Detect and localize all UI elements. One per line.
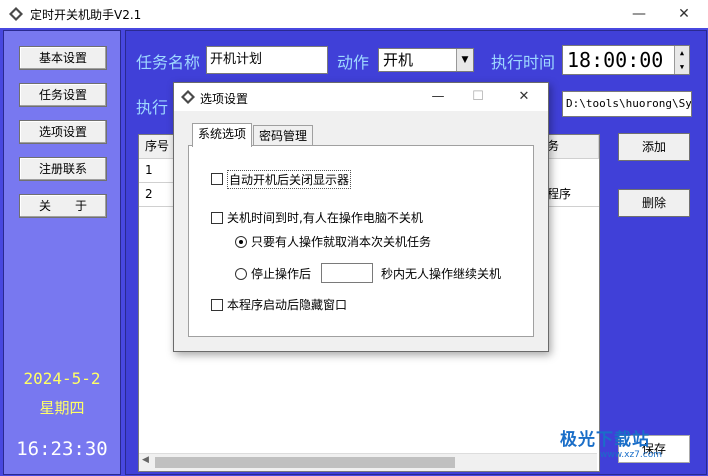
chevron-down-icon[interactable]: ▼: [456, 49, 473, 71]
app-icon: [181, 90, 195, 104]
nav-register-button[interactable]: 注册联系: [19, 157, 107, 181]
dialog-titlebar: 选项设置 — ☐ ✕: [174, 83, 548, 111]
spin-up-icon[interactable]: ▲: [674, 46, 689, 60]
watermark-logo: 极光下载站: [560, 430, 650, 450]
idle-seconds-input[interactable]: [321, 263, 373, 283]
current-date: 2024-5-2: [23, 369, 101, 388]
exec-program-label: 执行: [136, 98, 169, 117]
exec-time-input[interactable]: 18:00:00 ▲ ▼: [562, 45, 690, 75]
horizontal-scrollbar[interactable]: ◀: [139, 453, 597, 471]
dialog-title: 选项设置: [200, 92, 249, 106]
delete-button[interactable]: 删除: [618, 189, 690, 217]
cancel-if-used-radio[interactable]: [235, 236, 247, 248]
hide-on-start-label: 本程序启动后隐藏窗口: [227, 298, 348, 312]
close-button[interactable]: ✕: [662, 0, 706, 28]
window-titlebar: 定时开关机助手V2.1 — ✕: [0, 0, 708, 29]
nav-task-settings-button[interactable]: 任务设置: [19, 83, 107, 107]
current-time: 16:23:30: [16, 438, 108, 460]
nav-basic-settings-button[interactable]: 基本设置: [19, 46, 107, 70]
action-label: 动作: [337, 53, 370, 72]
nav-option-settings-button[interactable]: 选项设置: [19, 120, 107, 144]
dialog-minimize-button[interactable]: —: [418, 83, 458, 111]
dialog-close-button[interactable]: ✕: [504, 83, 544, 111]
resume-label-post: 秒内无人操作继续关机: [381, 267, 502, 281]
resume-label-pre: 停止操作后: [251, 267, 312, 281]
spin-down-icon[interactable]: ▼: [674, 60, 689, 74]
cancel-if-used-label: 只要有人操作就取消本次关机任务: [251, 235, 432, 249]
scrollbar-thumb[interactable]: [155, 457, 455, 468]
no-shutdown-in-use-label: 关机时间到时,有人在操作电脑不关机: [227, 211, 423, 225]
app-icon: [9, 7, 23, 21]
watermark-url: www.xz7.com: [600, 450, 662, 460]
scroll-left-icon[interactable]: ◀: [142, 455, 149, 465]
action-select[interactable]: 开机 ▼: [378, 48, 474, 72]
nav-about-button[interactable]: 关 于: [19, 194, 107, 218]
action-select-value: 开机: [383, 51, 414, 69]
resume-after-idle-radio[interactable]: [235, 268, 247, 280]
options-dialog: 选项设置 — ☐ ✕ 系统选项 密码管理 自动开机后关闭显示器 关机时间到时,有…: [173, 82, 549, 352]
left-nav-panel: 基本设置 任务设置 选项设置 注册联系 关 于 2024-5-2 星期四 16:…: [3, 30, 121, 475]
dialog-maximize-button[interactable]: ☐: [458, 83, 498, 111]
no-shutdown-in-use-checkbox[interactable]: [211, 212, 223, 224]
window-title: 定时开关机助手V2.1: [30, 8, 142, 22]
current-weekday: 星期四: [39, 399, 85, 417]
tab-system-options[interactable]: 系统选项: [192, 123, 252, 147]
task-name-label: 任务名称: [136, 53, 201, 72]
exec-time-value: 18:00:00: [567, 48, 664, 72]
auto-off-monitor-label: 自动开机后关闭显示器: [227, 170, 352, 189]
hide-on-start-checkbox[interactable]: [211, 299, 223, 311]
minimize-button[interactable]: —: [616, 0, 662, 28]
add-button[interactable]: 添加: [618, 133, 690, 161]
exec-time-label: 执行时间: [491, 53, 556, 72]
exec-path-input[interactable]: D:\tools\huorong\Sysd: [562, 91, 692, 117]
tab-password-management[interactable]: 密码管理: [253, 125, 313, 146]
auto-off-monitor-checkbox[interactable]: [211, 173, 223, 185]
system-options-page: 自动开机后关闭显示器 关机时间到时,有人在操作电脑不关机 只要有人操作就取消本次…: [188, 145, 534, 337]
task-name-input[interactable]: 开机计划: [206, 46, 328, 74]
